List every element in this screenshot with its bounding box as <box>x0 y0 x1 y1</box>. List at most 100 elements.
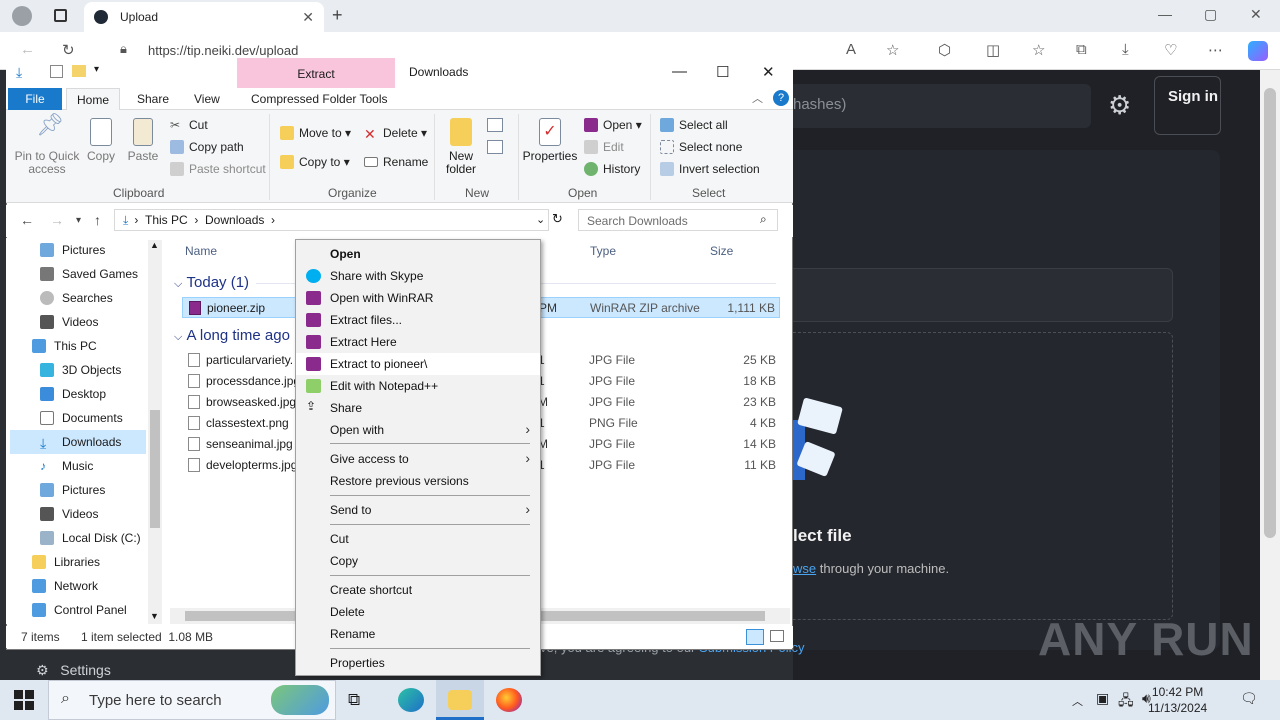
sidebar-settings-item[interactable]: ⚙ Settings <box>36 662 111 679</box>
tab-close-icon[interactable]: ✕ <box>302 9 314 26</box>
favorites-icon[interactable]: ☆ <box>1032 41 1045 59</box>
address-path-bar[interactable]: ⤓ › This PC › Downloads › <box>114 209 549 231</box>
nav-item-3d-objects[interactable]: 3D Objects <box>40 358 160 382</box>
tab-compressed-folder-tools[interactable]: Compressed Folder Tools <box>251 92 388 106</box>
nav-item-this-pc[interactable]: This PC <box>32 334 152 358</box>
extensions-icon[interactable]: ⬡ <box>938 41 951 59</box>
favorite-star-icon[interactable]: ☆ <box>886 41 899 59</box>
nav-item-music[interactable]: ♪ Music <box>40 454 160 478</box>
site-search-input[interactable]: hashes) <box>793 84 1091 128</box>
upload-options-bar[interactable] <box>793 268 1173 322</box>
large-icons-view-icon[interactable] <box>770 630 784 642</box>
file-dropzone[interactable] <box>793 332 1173 620</box>
cut-button[interactable]: ✂ Cut <box>170 118 208 132</box>
notifications-icon[interactable]: 🗨︎ <box>1240 690 1258 707</box>
browse-link[interactable]: wse <box>793 561 816 576</box>
properties-qa-icon[interactable] <box>50 65 63 78</box>
explorer-search-input[interactable]: Search Downloads <box>578 209 778 231</box>
nav-item-network[interactable]: Network <box>32 574 152 598</box>
profile-avatar[interactable] <box>12 6 32 26</box>
back-icon[interactable]: ← <box>20 41 35 58</box>
properties-button[interactable]: ✓ Properties <box>522 118 578 163</box>
refresh-icon[interactable]: ↻ <box>62 41 75 59</box>
details-view-icon[interactable] <box>746 629 764 645</box>
copy-big-button[interactable]: Copy <box>84 118 118 163</box>
customize-qa-icon[interactable]: ▾ <box>94 64 99 75</box>
nav-item-videos-2[interactable]: Videos <box>40 502 160 526</box>
menu-item-share[interactable]: ⇪ Share <box>296 397 540 419</box>
tray-overflow-icon[interactable]: ︿ <box>1072 693 1083 709</box>
menu-item-give-access-to[interactable]: Give access to › <box>296 448 540 470</box>
tab-upload[interactable]: Upload ✕ <box>84 2 324 32</box>
quick-access-download-icon[interactable]: ⤓ <box>16 64 22 81</box>
menu-item-extract-files[interactable]: Extract files... <box>296 309 540 331</box>
gear-icon[interactable]: ⚙ <box>1108 90 1131 121</box>
paste-button[interactable]: Paste <box>126 118 160 163</box>
menu-item-extract-to-pioneer[interactable]: Extract to pioneer\ <box>296 353 540 375</box>
new-folder-button[interactable]: New folder <box>440 118 482 176</box>
nav-scroll-down-icon[interactable]: ▼ <box>150 611 159 621</box>
group-long-ago[interactable]: ⌵ A long time ago <box>174 327 290 344</box>
taskbar-clock[interactable]: 10:42 PM 11/13/2024 <box>1148 684 1207 716</box>
nav-item-downloads[interactable]: ⤓ Downloads <box>10 430 146 454</box>
collections-icon[interactable]: ⧉ <box>1076 41 1087 58</box>
nav-item-searches[interactable]: Searches <box>40 286 160 310</box>
menu-item-cut[interactable]: Cut <box>296 528 540 550</box>
task-view-icon[interactable]: ⧉ <box>348 690 374 714</box>
nav-item-pictures[interactable]: Pictures <box>40 238 160 262</box>
tab-share[interactable]: Share <box>137 92 169 106</box>
nav-item-libraries[interactable]: Libraries <box>32 550 152 574</box>
copy-path-button[interactable]: Copy path <box>170 140 244 154</box>
menu-item-rename[interactable]: Rename <box>296 623 540 645</box>
menu-item-properties[interactable]: Properties <box>296 652 540 674</box>
lock-icon[interactable]: 🔒︎ <box>120 41 127 57</box>
performance-icon[interactable]: ♡ <box>1164 41 1177 59</box>
pin-quick-access-button[interactable]: 📌︎ Pin to Quick access <box>12 114 82 176</box>
menu-item-restore-previous-versions[interactable]: Restore previous versions <box>296 470 540 492</box>
breadcrumb-this-pc[interactable]: This PC <box>145 213 188 227</box>
paste-shortcut-button[interactable]: Paste shortcut <box>170 162 266 176</box>
history-button[interactable]: History <box>584 162 640 176</box>
delete-button[interactable]: ✕ Delete ▾ <box>364 126 427 142</box>
menu-item-copy[interactable]: Copy <box>296 550 540 572</box>
downloads-icon[interactable]: ⤓ <box>1122 41 1129 58</box>
nav-item-pictures-2[interactable]: Pictures <box>40 478 160 502</box>
tab-view[interactable]: View <box>194 92 220 106</box>
menu-item-open[interactable]: Open <box>296 243 540 265</box>
path-dropdown-icon[interactable]: ⌄ <box>536 213 545 226</box>
explorer-maximize-button[interactable]: ☐ <box>716 63 729 81</box>
menu-item-delete[interactable]: Delete <box>296 601 540 623</box>
nav-item-control-panel[interactable]: Control Panel <box>32 598 152 622</box>
tray-device-icon[interactable]: ▣ <box>1096 690 1109 707</box>
nav-pane-scrollbar-thumb[interactable] <box>150 410 160 528</box>
menu-item-send-to[interactable]: Send to › <box>296 499 540 521</box>
url-field[interactable]: https://tip.neiki.dev/upload <box>148 43 298 58</box>
windows-start-button[interactable] <box>14 690 34 710</box>
explorer-back-icon[interactable]: ← <box>20 212 34 228</box>
nav-item-saved-games[interactable]: Saved Games <box>40 262 160 286</box>
copilot-icon[interactable] <box>1248 41 1268 61</box>
easy-access-icon[interactable] <box>487 140 503 154</box>
explorer-forward-icon[interactable]: → <box>50 212 64 228</box>
tab-home[interactable]: Home <box>66 88 120 111</box>
nav-item-desktop[interactable]: Desktop <box>40 382 160 406</box>
network-tray-icon[interactable]: 🖧︎ <box>1118 690 1134 714</box>
more-menu-icon[interactable]: ⋯ <box>1208 41 1223 59</box>
copy-to-button[interactable]: Copy to ▾ <box>280 155 350 169</box>
menu-item-create-shortcut[interactable]: Create shortcut <box>296 579 540 601</box>
tab-file[interactable]: File <box>8 88 62 110</box>
sign-in-button[interactable]: Sign in <box>1154 76 1221 135</box>
browser-minimize-button[interactable]: — <box>1158 6 1172 22</box>
menu-item-open-with-winrar[interactable]: Open with WinRAR <box>296 287 540 309</box>
rename-button[interactable]: Rename <box>364 155 428 169</box>
read-aloud-icon[interactable]: A <box>846 41 856 58</box>
collapse-ribbon-icon[interactable]: ︿ <box>752 90 763 106</box>
up-folder-icon[interactable]: ↑ <box>94 212 101 228</box>
new-item-icon[interactable] <box>487 118 503 132</box>
explorer-minimize-button[interactable]: — <box>672 63 687 80</box>
select-none-button[interactable]: Select none <box>660 140 742 154</box>
tab-actions-icon[interactable] <box>54 9 67 22</box>
browser-close-button[interactable]: ✕ <box>1250 6 1262 23</box>
open-button[interactable]: Open ▾ <box>584 118 642 132</box>
select-all-button[interactable]: Select all <box>660 118 728 132</box>
